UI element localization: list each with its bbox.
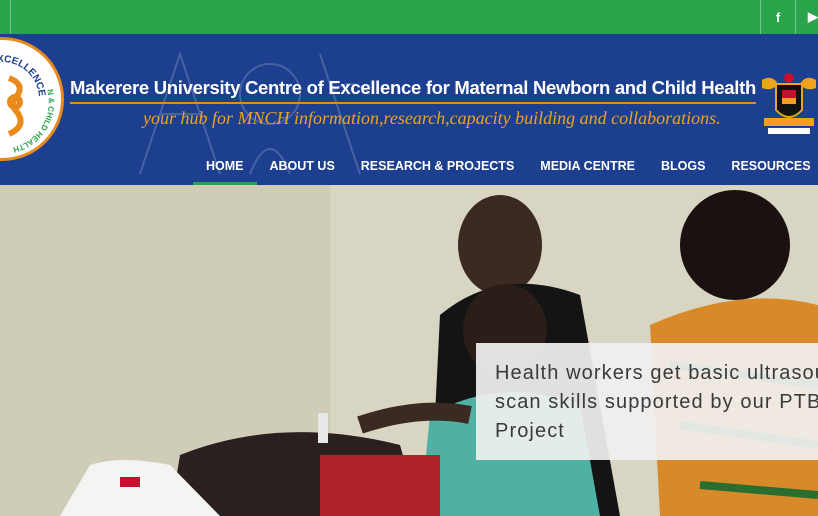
hero-caption[interactable]: Health workers get basic ultrasound scan… (476, 343, 818, 460)
nav-item-blogs[interactable]: BLOGS (648, 146, 718, 185)
nav-item-home[interactable]: HOME (193, 146, 257, 185)
nav-item-research-projects[interactable]: RESEARCH & PROJECTS (348, 146, 528, 185)
makerere-university-crest-icon (762, 73, 816, 134)
svg-text:EXCELLENCE: EXCELLENCE (0, 54, 47, 98)
top-bar: f ▶ (0, 0, 818, 34)
top-bar-divider (10, 0, 11, 34)
facebook-icon[interactable]: f (760, 0, 795, 34)
mnch-coe-logo-icon: EXCELLENCE N & CHILD HEALTH (0, 54, 56, 154)
nav-item-resources[interactable]: RESOURCES (718, 146, 818, 185)
nav-item-about-us[interactable]: ABOUT US (257, 146, 348, 185)
site-tagline: your hub for MNCH information,research,c… (143, 108, 721, 128)
site-logo[interactable]: EXCELLENCE N & CHILD HEALTH (0, 37, 64, 161)
hero-slider[interactable]: Health workers get basic ultrasound scan… (0, 185, 818, 516)
title-underline (70, 102, 756, 104)
youtube-icon[interactable]: ▶ (795, 0, 818, 34)
nav-item-media-centre[interactable]: MEDIA CENTRE (527, 146, 648, 185)
main-navigation: HOME ABOUT US RESEARCH & PROJECTS MEDIA … (193, 146, 818, 185)
site-header: EXCELLENCE N & CHILD HEALTH Makerere Uni… (0, 34, 818, 185)
site-title: Makerere University Centre of Excellence… (70, 77, 756, 98)
